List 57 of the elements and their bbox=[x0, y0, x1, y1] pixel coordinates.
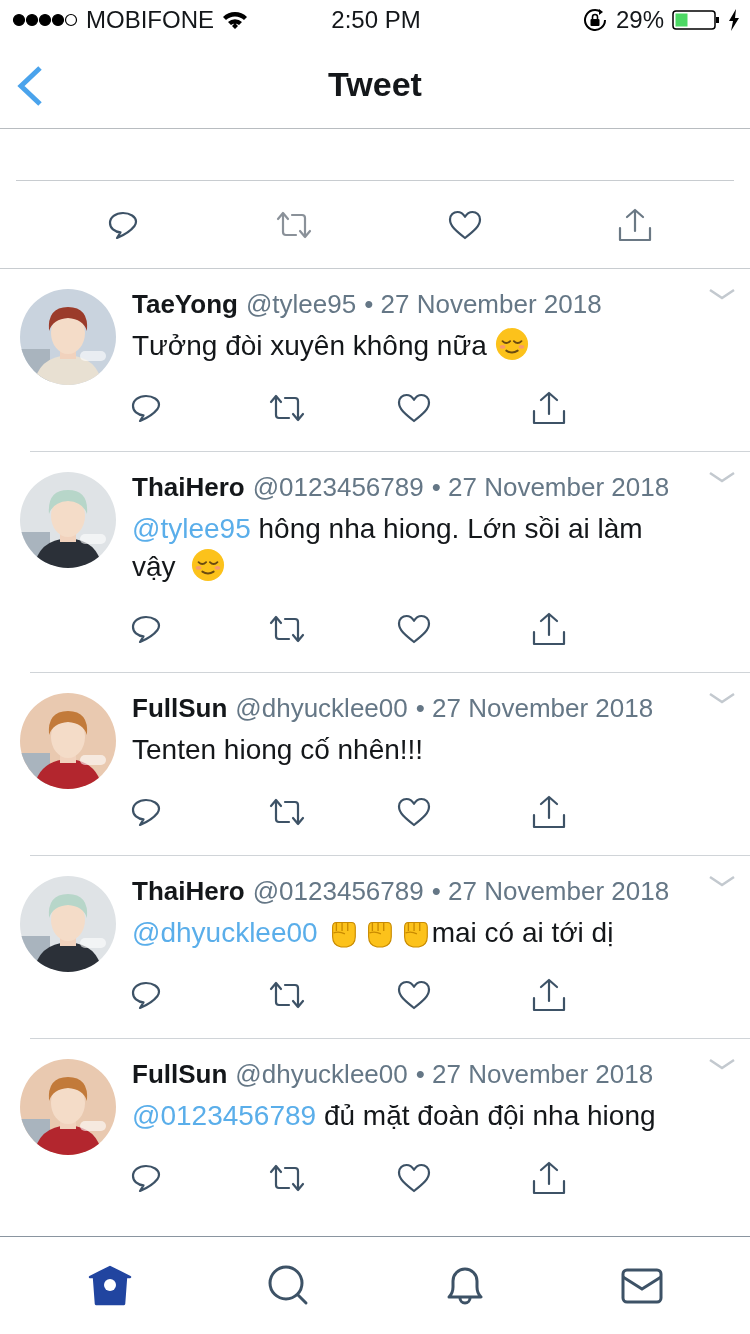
reply-icon[interactable] bbox=[130, 392, 162, 424]
relieved-face-emoji-icon bbox=[494, 327, 529, 361]
user-handle[interactable]: @dhyucklee00 bbox=[235, 693, 408, 724]
user-handle[interactable]: @tylee95 bbox=[245, 289, 357, 320]
tweet-text: @0123456789 đủ mặt đoàn đội nha hiong bbox=[132, 1099, 657, 1133]
heart-icon[interactable] bbox=[397, 392, 431, 424]
retweet-icon[interactable] bbox=[267, 1162, 307, 1194]
user-name[interactable]: FullSun bbox=[132, 693, 228, 724]
retweet-icon[interactable] bbox=[267, 613, 307, 645]
heart-icon[interactable] bbox=[397, 979, 431, 1011]
user-name[interactable]: TaeYong bbox=[132, 289, 238, 320]
status-time: 2:50 PM bbox=[331, 6, 421, 34]
battery-icon bbox=[672, 10, 720, 30]
tweet-date: • 27 November 2018 bbox=[364, 289, 602, 320]
tweet-text: @dhyucklee00 mai có ai tới dị bbox=[132, 914, 750, 952]
share-icon[interactable] bbox=[531, 390, 567, 426]
user-handle[interactable]: @dhyucklee00 bbox=[235, 1059, 408, 1090]
tweet-text: Tenten hiong cố nhên!!! bbox=[132, 733, 425, 767]
user-handle[interactable]: @0123456789 bbox=[252, 472, 424, 503]
tweet-text: @tylee95 hông nha hiong. Lớn sồi ai làm vậy bbox=[132, 512, 644, 584]
user-name[interactable]: FullSun bbox=[132, 1059, 228, 1090]
heart-icon[interactable] bbox=[397, 1162, 431, 1194]
tweet-date: • 27 November 2018 bbox=[415, 1059, 654, 1090]
share-icon[interactable] bbox=[531, 977, 567, 1013]
mention-link[interactable]: @dhyucklee00 bbox=[132, 917, 318, 948]
wifi-icon bbox=[222, 10, 248, 30]
share-icon[interactable] bbox=[616, 206, 653, 243]
share-icon[interactable] bbox=[531, 1160, 567, 1196]
heart-icon[interactable] bbox=[397, 796, 431, 828]
signal-icon bbox=[12, 13, 78, 27]
heart-icon[interactable] bbox=[448, 208, 483, 241]
retweet-icon[interactable] bbox=[267, 392, 307, 424]
mention-link[interactable]: @tylee95 bbox=[132, 513, 251, 544]
charging-icon bbox=[728, 9, 740, 31]
reply-icon[interactable] bbox=[130, 796, 162, 828]
share-icon[interactable] bbox=[531, 611, 567, 647]
rotation-lock-icon bbox=[581, 7, 608, 33]
reply-icon[interactable] bbox=[130, 613, 162, 645]
reply-icon[interactable] bbox=[130, 1162, 162, 1194]
user-name[interactable]: ThaiHero bbox=[132, 876, 245, 907]
page-title: Tweet bbox=[328, 64, 422, 104]
tweet-date: • 27 November 2018 bbox=[431, 472, 670, 503]
retweet-icon[interactable] bbox=[267, 796, 307, 828]
carrier-name: MOBIFONE bbox=[86, 6, 214, 34]
back-button[interactable] bbox=[16, 66, 44, 106]
heart-icon[interactable] bbox=[397, 613, 431, 645]
user-name[interactable]: ThaiHero bbox=[132, 472, 245, 503]
share-icon[interactable] bbox=[531, 794, 567, 830]
retweet-icon[interactable] bbox=[267, 979, 307, 1011]
battery-percentage: 29% bbox=[615, 6, 664, 34]
relieved-face-emoji-icon bbox=[191, 548, 226, 582]
tweet-text: Tưởng đòi xuyên không nữa bbox=[132, 327, 750, 365]
reply-icon[interactable] bbox=[130, 979, 162, 1011]
mention-link[interactable]: @0123456789 bbox=[132, 1100, 317, 1131]
tweet-date: • 27 November 2018 bbox=[431, 876, 670, 907]
tweet-date: • 27 November 2018 bbox=[415, 693, 654, 724]
user-handle[interactable]: @0123456789 bbox=[252, 876, 424, 907]
